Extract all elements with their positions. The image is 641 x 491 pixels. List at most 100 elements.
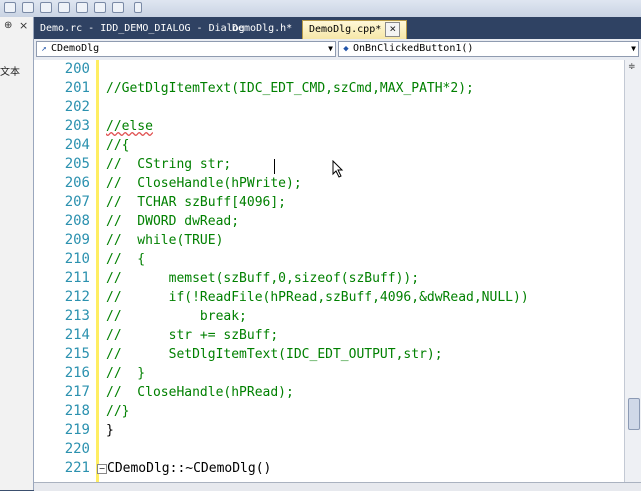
mouse-cursor-icon (332, 160, 344, 178)
class-combo[interactable]: ↗ CDemoDlg ▼ (36, 41, 336, 57)
collapse-icon[interactable]: − (97, 464, 107, 474)
line-number: 208 (64, 213, 90, 229)
class-icon: ↗ (41, 44, 47, 54)
scrollbar-thumb[interactable] (628, 398, 640, 430)
code-text: // SetDlgItemText(IDC_EDT_OUTPUT,str); (106, 347, 443, 362)
chevron-down-icon[interactable]: ▼ (328, 42, 333, 56)
member-combo[interactable]: ◆ OnBnClickedButton1() ▼ (338, 41, 639, 57)
code-text: //GetDlgItemText(IDC_EDT_CMD,szCmd,MAX_P… (106, 81, 474, 96)
code-text: // TCHAR szBuff[4096]; (106, 195, 287, 210)
line-number: 212 (64, 289, 90, 305)
code-editor[interactable]: 200 201 //GetDlgItemText(IDC_EDT_CMD,szCmd… (34, 60, 624, 490)
pin-icon[interactable]: ⊕ (4, 20, 12, 31)
code-text: // CloseHandle(hPRead); (106, 385, 294, 400)
text-cursor (274, 159, 275, 174)
code-line: 211 // memset(szBuff,0,sizeof(szBuff)); (34, 269, 624, 288)
line-number: 200 (64, 61, 90, 77)
line-number: 201 (64, 80, 90, 96)
tab-demodlg-cpp[interactable]: DemoDlg.cpp* × (302, 20, 408, 39)
code-text: //{ (106, 138, 130, 153)
code-line: 216 // } (34, 364, 624, 383)
new-file-icon[interactable] (4, 2, 16, 13)
line-number: 203 (64, 118, 90, 134)
line-number: 219 (64, 422, 90, 438)
line-number: 205 (64, 156, 90, 172)
line-number: 211 (64, 270, 90, 286)
method-icon: ◆ (343, 44, 349, 54)
code-line: 202 (34, 98, 624, 117)
line-number: 204 (64, 137, 90, 153)
toolbox-panel: ⊕ × 文本 (0, 17, 34, 490)
line-number: 210 (64, 251, 90, 267)
paste-icon[interactable] (94, 2, 106, 13)
tab-label: DemoDlg.cpp* (309, 24, 382, 35)
code-line: 215 // SetDlgItemText(IDC_EDT_OUTPUT,str)… (34, 345, 624, 364)
line-number: 206 (64, 175, 90, 191)
code-text: // } (106, 366, 146, 381)
line-number: 215 (64, 346, 90, 362)
copy-icon[interactable] (76, 2, 88, 13)
code-text: //} (106, 404, 130, 419)
code-line: 206 // CloseHandle(hPWrite); (34, 174, 624, 193)
code-text: // CString str; (106, 157, 232, 172)
cut-icon[interactable] (58, 2, 70, 13)
line-number: 218 (64, 403, 90, 419)
code-line: 217 // CloseHandle(hPRead); (34, 383, 624, 402)
tab-label: Demo.rc - IDD_DEMO_DIALOG - Dialog (40, 23, 245, 34)
code-line: 207 // TCHAR szBuff[4096]; (34, 193, 624, 212)
code-text: // DWORD dwRead; (106, 214, 240, 229)
line-number: 213 (64, 308, 90, 324)
document-tabs: Demo.rc - IDD_DEMO_DIALOG - Dialog DemoD… (34, 17, 641, 39)
member-combo-value: OnBnClickedButton1() (353, 43, 474, 54)
toolbox-text-label: 文本 (0, 67, 20, 78)
split-handle-icon[interactable]: ≑ (628, 62, 638, 72)
line-number: 217 (64, 384, 90, 400)
line-number: 214 (64, 327, 90, 343)
toolbar (0, 0, 641, 18)
code-line: 212 // if(!ReadFile(hPRead,szBuff,4096,&d… (34, 288, 624, 307)
code-text: // while(TRUE) (106, 233, 224, 248)
open-icon[interactable] (22, 2, 34, 13)
code-text: // CloseHandle(hPWrite); (106, 176, 302, 191)
code-line: 208 // DWORD dwRead; (34, 212, 624, 231)
code-line: 209 // while(TRUE) (34, 231, 624, 250)
vertical-scrollbar[interactable]: ≑ (624, 60, 641, 490)
toolbar-options-icon[interactable] (134, 2, 142, 13)
line-number: 209 (64, 232, 90, 248)
line-number: 202 (64, 99, 90, 115)
close-tab-icon[interactable]: × (385, 22, 401, 37)
code-text: CDemoDlg::~CDemoDlg() (107, 461, 272, 476)
code-text: // break; (106, 309, 247, 324)
code-line: 219} (34, 421, 624, 440)
code-text: // memset(szBuff,0,sizeof(szBuff)); (106, 271, 420, 286)
close-icon[interactable]: × (19, 19, 28, 32)
tab-demodlg-h[interactable]: DemoDlg.h* (226, 20, 298, 39)
code-line: 203 //else (34, 117, 624, 136)
code-line: 221 CDemoDlg::~CDemoDlg() (34, 459, 624, 478)
code-text: // { (106, 252, 146, 267)
line-number: 207 (64, 194, 90, 210)
code-text: //else (106, 119, 153, 134)
code-line: 201 //GetDlgItemText(IDC_EDT_CMD,szCmd,MA… (34, 79, 624, 98)
navigation-bar: ↗ CDemoDlg ▼ ◆ OnBnClickedButton1() ▼ (34, 39, 641, 61)
tab-demo-rc[interactable]: Demo.rc - IDD_DEMO_DIALOG - Dialog (34, 20, 251, 39)
line-number: 221 (64, 460, 90, 476)
class-combo-value: CDemoDlg (51, 43, 100, 54)
find-icon[interactable] (112, 2, 124, 13)
code-line: 210 // { (34, 250, 624, 269)
code-text: // str += szBuff; (106, 328, 279, 343)
code-line: 218 //} (34, 402, 624, 421)
code-line: 213 // break; (34, 307, 624, 326)
save-icon[interactable] (40, 2, 52, 13)
line-number: 216 (64, 365, 90, 381)
code-line: 220 (34, 440, 624, 459)
code-text: } (106, 423, 114, 438)
code-line: 204 //{ (34, 136, 624, 155)
chevron-down-icon[interactable]: ▼ (631, 42, 636, 56)
line-number: 220 (64, 441, 90, 457)
tab-label: DemoDlg.h* (232, 23, 293, 34)
code-line: 214 // str += szBuff; (34, 326, 624, 345)
code-text: // if(!ReadFile(hPRead,szBuff,4096,&dwRe… (106, 290, 529, 305)
code-line: 205 // CString str; (34, 155, 624, 174)
code-line: 200 (34, 60, 624, 79)
